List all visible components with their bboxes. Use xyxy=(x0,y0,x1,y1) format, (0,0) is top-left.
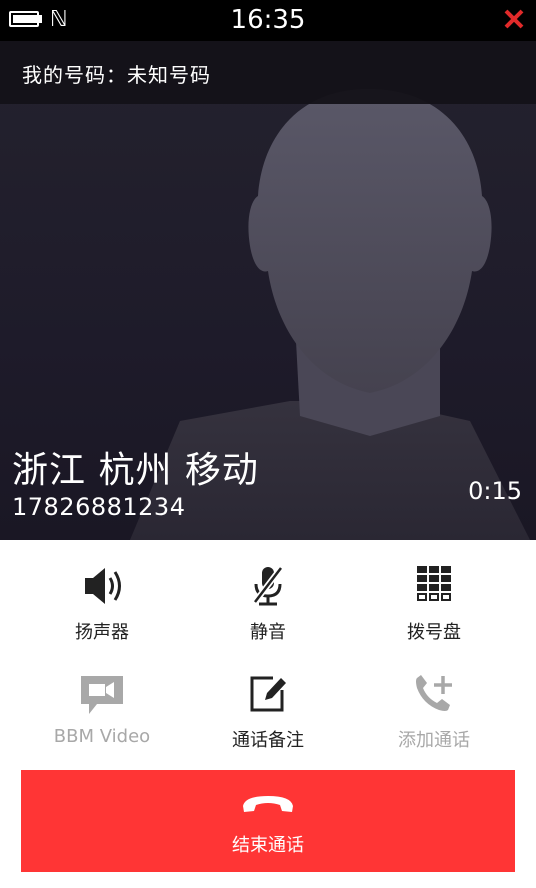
dialpad-icon xyxy=(417,566,451,601)
bbm-video-button[interactable]: BBM Video xyxy=(13,672,191,772)
status-time: 16:35 xyxy=(230,5,306,35)
end-call-label: 结束通话 xyxy=(232,835,304,856)
bbm-video-label: BBM Video xyxy=(53,726,151,747)
speaker-label: 扬声器 xyxy=(75,622,129,643)
call-duration: 0:15 xyxy=(468,477,522,505)
my-number-label: 我的号码：未知号码 xyxy=(22,63,211,87)
mute-microphone-icon xyxy=(252,566,284,606)
my-number-bar: 我的号码：未知号码 xyxy=(0,41,536,104)
add-call-button[interactable]: 添加通话 xyxy=(345,672,523,772)
add-call-label: 添加通话 xyxy=(398,730,470,751)
caller-number: 17826881234 xyxy=(12,493,186,521)
caller-area: 我的号码：未知号码 浙江 杭州 移动 17826881234 0:15 xyxy=(0,41,536,540)
end-call-button[interactable]: 结束通话 xyxy=(21,770,515,872)
call-note-button[interactable]: 通话备注 xyxy=(179,672,357,772)
dialpad-button[interactable]: 拨号盘 xyxy=(345,564,523,664)
speaker-icon xyxy=(85,568,121,604)
caller-name: 浙江 杭州 移动 xyxy=(12,450,259,491)
status-bar: ℕ 16:35 xyxy=(0,0,536,41)
hang-up-icon xyxy=(243,796,293,812)
add-call-icon xyxy=(416,675,452,711)
call-note-label: 通话备注 xyxy=(232,730,304,751)
dialpad-label: 拨号盘 xyxy=(407,622,461,643)
speaker-button[interactable]: 扬声器 xyxy=(13,564,191,664)
edit-note-icon xyxy=(250,676,286,712)
close-icon[interactable] xyxy=(500,5,528,33)
mute-label: 静音 xyxy=(250,622,286,643)
mute-button[interactable]: 静音 xyxy=(179,564,357,664)
video-chat-icon xyxy=(81,676,123,714)
